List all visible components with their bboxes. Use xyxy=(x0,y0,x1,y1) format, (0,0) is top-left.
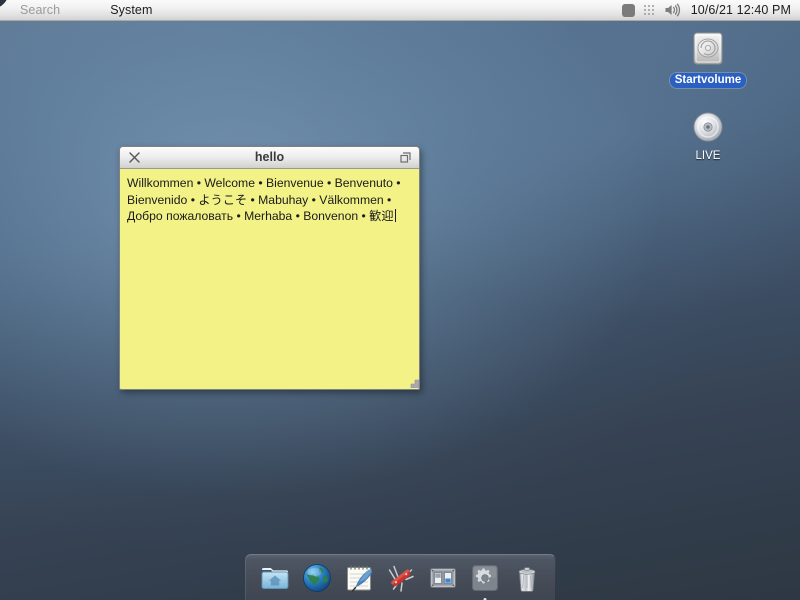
trash-icon xyxy=(518,566,535,592)
grid-icon[interactable] xyxy=(643,4,655,16)
globe-icon xyxy=(302,563,331,592)
volume-icon[interactable] xyxy=(664,3,682,17)
dock-item-trash[interactable] xyxy=(510,561,544,595)
desktop-icon-live[interactable]: LIVE xyxy=(668,108,748,164)
hard-drive-icon xyxy=(693,32,723,65)
menu-item-system[interactable]: System xyxy=(100,0,162,20)
notepad-quill-icon xyxy=(346,565,372,591)
dock[interactable] xyxy=(245,554,556,600)
menu-bar-tray: 10/6/21 12:40 PM xyxy=(621,3,800,17)
app-indicator-icon[interactable] xyxy=(621,3,635,17)
resize-grip[interactable] xyxy=(403,372,419,388)
desktop-icon-startvolume[interactable]: Startvolume xyxy=(668,28,748,88)
dock-item-preferences[interactable] xyxy=(426,561,460,595)
close-icon[interactable] xyxy=(128,151,141,164)
window-title: hello xyxy=(254,150,285,164)
home-folder-icon xyxy=(261,567,288,589)
clock[interactable]: 10/6/21 12:40 PM xyxy=(691,3,791,17)
desktop[interactable]: Search System 10/6/21 12:40 PM Startvolu… xyxy=(0,0,800,600)
dock-item-system-settings[interactable] xyxy=(468,561,502,600)
dock-item-utilities[interactable] xyxy=(384,561,418,595)
gear-icon xyxy=(471,564,498,591)
desktop-icon-label: Startvolume xyxy=(669,73,747,88)
pocket-knife-icon xyxy=(388,565,414,592)
dock-item-home-folder[interactable] xyxy=(258,561,292,595)
text-caret xyxy=(394,209,396,222)
corner-notch xyxy=(0,0,9,9)
note-content-text: Willkommen • Welcome • Bienvenue • Benve… xyxy=(127,176,404,223)
optical-disc-icon xyxy=(693,112,723,142)
menu-item-search[interactable]: Search xyxy=(10,0,70,20)
dock-item-web-browser[interactable] xyxy=(300,561,334,595)
panels-icon xyxy=(429,567,456,588)
menu-bar: Search System 10/6/21 12:40 PM xyxy=(0,0,800,21)
sticky-note-window[interactable]: hello Willkommen • Welcome • Bienvenue •… xyxy=(119,146,420,390)
dock-item-text-editor[interactable] xyxy=(342,561,376,595)
desktop-icon-label: LIVE xyxy=(695,150,721,162)
maximize-icon[interactable] xyxy=(400,152,411,163)
window-title-bar[interactable]: hello xyxy=(120,147,419,169)
note-content: Willkommen • Welcome • Bienvenue • Benve… xyxy=(127,175,412,225)
note-text-area[interactable]: Willkommen • Welcome • Bienvenue • Benve… xyxy=(120,169,419,388)
